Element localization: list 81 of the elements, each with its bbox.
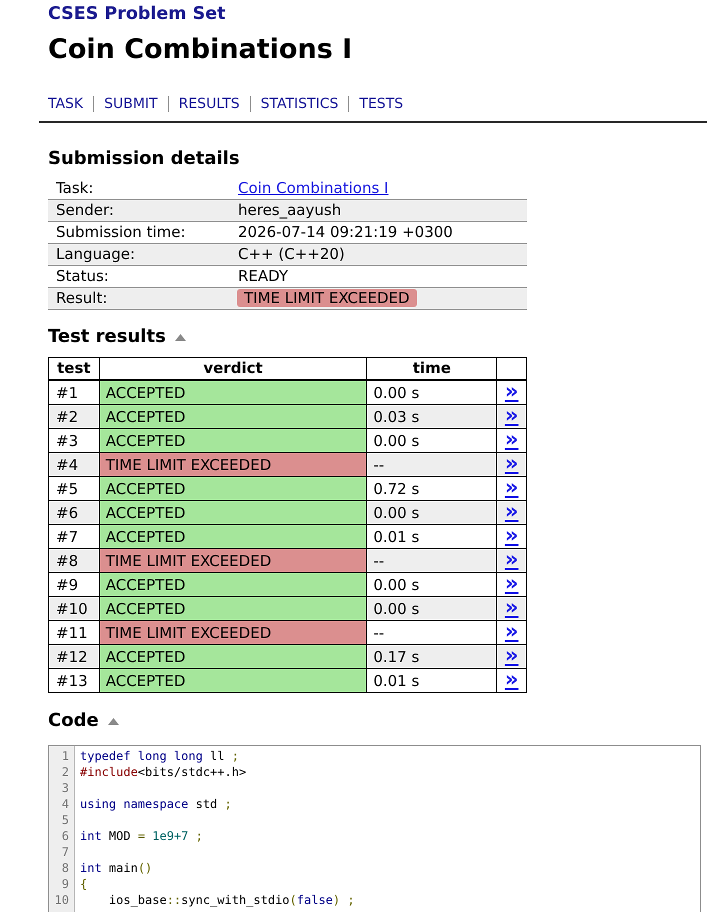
code-line: { — [80, 876, 88, 892]
nav-link[interactable]: STATISTICS — [260, 94, 338, 114]
line-number: 1 — [62, 748, 69, 764]
line-number: 3 — [62, 780, 69, 796]
section-heading: Test results — [48, 326, 166, 348]
nav-link[interactable]: SUBMIT — [104, 94, 158, 114]
test-number: #13 — [48, 668, 100, 692]
test-number: #5 — [48, 476, 100, 500]
test-number: #9 — [48, 572, 100, 596]
time-cell: 0.00 s — [366, 500, 497, 524]
site-title[interactable]: CSES Problem Set — [48, 3, 226, 25]
test-number: #6 — [48, 500, 100, 524]
verdict-cell: ACCEPTED — [99, 596, 367, 620]
verdict-cell: ACCEPTED — [99, 500, 367, 524]
test-number: #1 — [48, 380, 100, 404]
test-number: #7 — [48, 524, 100, 548]
time-cell: 0.03 s — [366, 404, 497, 428]
details-link[interactable]: » — [504, 499, 518, 523]
detail-value: heres_aayush — [230, 200, 527, 222]
line-number: 7 — [62, 844, 69, 860]
verdict-cell: ACCEPTED — [99, 380, 367, 404]
verdict-cell: ACCEPTED — [99, 668, 367, 692]
time-cell: 0.01 s — [366, 524, 497, 548]
time-cell: -- — [366, 452, 497, 476]
detail-value: C++ (C++20) — [230, 244, 527, 266]
page-title: Coin Combinations I — [48, 33, 352, 67]
time-cell: 0.00 s — [366, 596, 497, 620]
line-number: 4 — [62, 796, 69, 812]
verdict-cell: TIME LIMIT EXCEEDED — [99, 548, 367, 572]
result-badge: TIME LIMIT EXCEEDED — [237, 289, 417, 307]
code-line: int MOD = 1e9+7 ; — [80, 828, 203, 844]
section-heading: Submission details — [48, 148, 240, 170]
test-number: #10 — [48, 596, 100, 620]
detail-label: Language: — [48, 244, 230, 266]
line-number: 9 — [62, 876, 69, 892]
line-number: 10 — [54, 892, 69, 908]
verdict-cell: ACCEPTED — [99, 404, 367, 428]
line-number: 2 — [62, 764, 69, 780]
code-line: ios_base::sync_with_stdio(false) ; — [108, 892, 355, 908]
time-cell: -- — [366, 620, 497, 644]
nav-link[interactable]: TESTS — [359, 94, 404, 114]
test-number: #4 — [48, 452, 100, 476]
line-number: 6 — [62, 828, 69, 844]
code-line: #include<bits/stdc++.h> — [80, 764, 246, 780]
detail-label: Sender: — [48, 200, 230, 222]
time-cell: 0.00 s — [366, 380, 497, 404]
test-number: #2 — [48, 404, 100, 428]
code-line: int main() — [80, 860, 152, 876]
test-number: #12 — [48, 644, 100, 668]
line-number: 8 — [62, 860, 69, 876]
nav-link[interactable]: TASK — [48, 94, 84, 114]
details-link[interactable]: » — [504, 643, 518, 667]
verdict-cell: ACCEPTED — [99, 572, 367, 596]
verdict-cell: TIME LIMIT EXCEEDED — [99, 620, 367, 644]
verdict-cell: ACCEPTED — [99, 524, 367, 548]
details-link[interactable]: » — [504, 547, 518, 571]
verdict-cell: TIME LIMIT EXCEEDED — [99, 452, 367, 476]
code-line: using namespace std ; — [80, 796, 232, 812]
time-cell: 0.72 s — [366, 476, 497, 500]
details-link[interactable]: » — [504, 595, 518, 619]
time-cell: 0.01 s — [366, 668, 497, 692]
details-link[interactable]: » — [504, 451, 518, 475]
test-number: #3 — [48, 428, 100, 452]
detail-label: Result: — [48, 288, 230, 310]
triangle-up-icon[interactable] — [174, 334, 186, 340]
verdict-cell: ACCEPTED — [99, 428, 367, 452]
time-cell: 0.17 s — [366, 644, 497, 668]
code-line: typedef long long ll ; — [80, 748, 239, 764]
triangle-up-icon[interactable] — [108, 718, 119, 724]
test-number: #8 — [48, 548, 100, 572]
line-number: 5 — [62, 812, 69, 828]
test-number: #11 — [48, 620, 100, 644]
verdict-cell: ACCEPTED — [99, 476, 367, 500]
details-link[interactable]: » — [504, 403, 518, 427]
time-cell: 0.00 s — [366, 572, 497, 596]
section-heading: Code — [48, 710, 99, 732]
time-cell: 0.00 s — [366, 428, 497, 452]
nav-link[interactable]: RESULTS — [178, 94, 240, 114]
verdict-cell: ACCEPTED — [99, 644, 367, 668]
problem-link[interactable]: Coin Combinations I — [238, 179, 388, 197]
time-cell: -- — [366, 548, 497, 572]
